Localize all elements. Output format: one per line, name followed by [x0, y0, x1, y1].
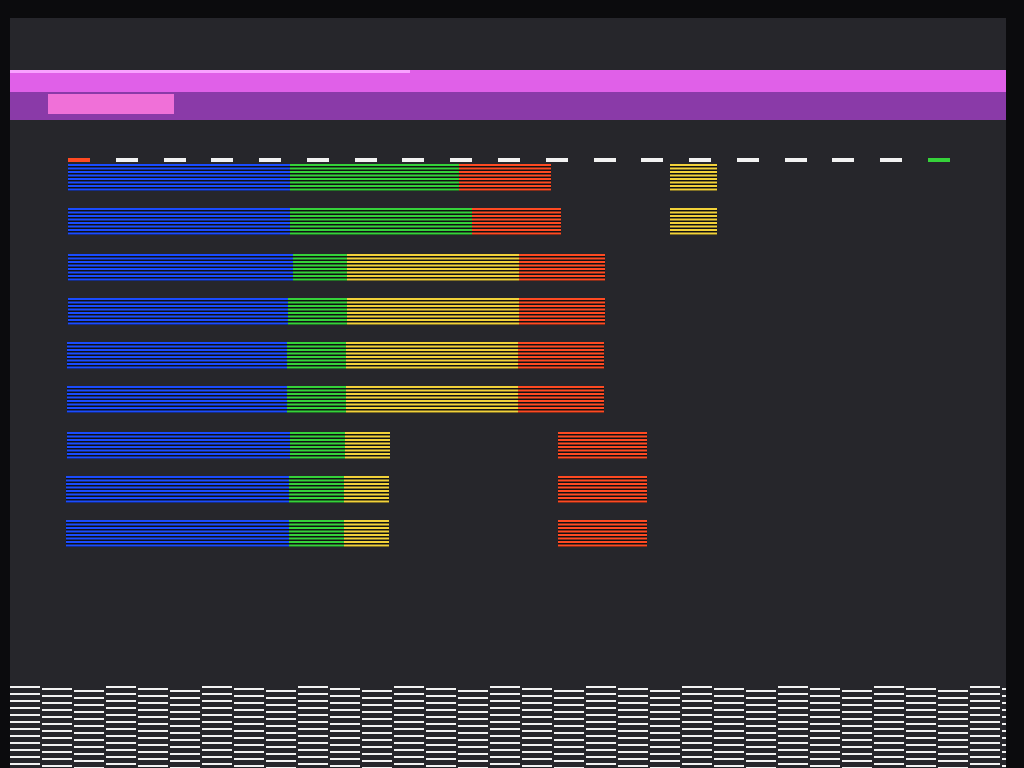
line-pattern-column	[362, 690, 392, 768]
bar-segment-green	[290, 164, 459, 191]
bar-segment-green	[293, 254, 347, 281]
line-pattern-column	[554, 690, 584, 768]
bar-segment-blue	[68, 298, 288, 325]
bar-segment-yellow	[344, 476, 389, 503]
line-pattern-column	[138, 688, 168, 768]
line-pattern-column	[426, 688, 456, 768]
line-pattern-column	[170, 690, 200, 768]
line-pattern-column	[586, 686, 616, 768]
dash-mark	[498, 158, 520, 162]
line-pattern-column	[490, 686, 520, 768]
bar-segment-green	[287, 342, 346, 369]
line-pattern-column	[970, 686, 1000, 768]
dash-mark	[115, 158, 138, 162]
magenta-band-top	[10, 70, 1006, 92]
line-pattern-column	[330, 688, 360, 768]
bar-segment-blue	[67, 386, 287, 413]
bar-segment-red	[518, 386, 604, 413]
bar-segment-yellow	[346, 342, 518, 369]
bar-segment-green	[289, 520, 344, 547]
dash-mark	[306, 158, 329, 162]
line-pattern-column	[714, 688, 744, 768]
line-pattern-column	[394, 686, 424, 768]
line-pattern-column	[42, 688, 72, 768]
bar-segment-blue	[68, 208, 290, 235]
dash-mark	[354, 158, 377, 162]
line-pattern-column	[202, 686, 232, 768]
bar-segment-detached-red	[558, 476, 647, 503]
bar-segment-green	[287, 386, 346, 413]
line-pattern-column	[810, 688, 840, 768]
bar-segment-blue	[68, 164, 290, 191]
bar-segment-blue	[67, 432, 290, 459]
bar-segment-green	[290, 432, 345, 459]
magenta-glitch-band	[10, 70, 1006, 120]
line-pattern-column	[842, 690, 872, 768]
bar-segment-blue	[66, 520, 289, 547]
line-pattern-column	[234, 688, 264, 768]
dash-mark	[402, 158, 425, 162]
line-pattern-column	[10, 686, 40, 768]
line-pattern-column	[938, 690, 968, 768]
bar-segment-detached-red	[558, 520, 647, 547]
bar-segment-green	[289, 476, 344, 503]
bar-segment-red	[519, 254, 605, 281]
line-pattern-column	[1002, 688, 1006, 768]
dash-mark	[784, 158, 807, 162]
side-block-yellow	[670, 208, 717, 235]
dash-mark	[163, 158, 186, 162]
line-pattern-column	[650, 690, 680, 768]
display-screen	[10, 18, 1006, 768]
bottom-line-pattern	[10, 686, 1006, 768]
line-pattern-column	[618, 688, 648, 768]
bar-segment-red	[519, 298, 605, 325]
bar-segment-detached-red	[558, 432, 647, 459]
side-block-yellow	[670, 164, 717, 191]
line-pattern-column	[682, 686, 712, 768]
dash-mark	[259, 158, 282, 162]
dash-mark	[736, 158, 759, 162]
line-pattern-column	[298, 686, 328, 768]
dash-mark	[450, 158, 473, 162]
line-pattern-column	[458, 690, 488, 768]
bar-segment-green	[290, 208, 472, 235]
dash-mark	[593, 158, 616, 162]
bar-segment-yellow	[347, 254, 519, 281]
bar-segment-blue	[66, 476, 289, 503]
bar-segment-red	[518, 342, 604, 369]
bar-segment-blue	[68, 254, 293, 281]
dash-mark	[880, 158, 903, 162]
dash-mark	[689, 158, 712, 162]
line-pattern-column	[74, 690, 104, 768]
bar-segment-blue	[67, 342, 287, 369]
bar-segment-green	[288, 298, 347, 325]
dash-mark	[211, 158, 234, 162]
line-pattern-column	[266, 690, 296, 768]
monitor-frame	[0, 0, 1024, 768]
line-pattern-column	[746, 690, 776, 768]
dash-mark	[641, 158, 664, 162]
line-pattern-column	[874, 686, 904, 768]
bar-segment-yellow	[346, 386, 518, 413]
bar-segment-red	[459, 164, 551, 191]
line-pattern-column	[906, 688, 936, 768]
magenta-band-tick	[10, 70, 410, 73]
line-pattern-column	[522, 688, 552, 768]
dash-mark	[832, 158, 855, 162]
bar-segment-yellow	[347, 298, 519, 325]
dash-mark	[68, 158, 90, 162]
line-pattern-column	[778, 686, 808, 768]
dash-mark	[545, 158, 568, 162]
bar-segment-yellow	[345, 432, 390, 459]
magenta-band-highlight	[48, 94, 174, 114]
line-pattern-column	[106, 686, 136, 768]
bar-segment-red	[472, 208, 561, 235]
dash-mark	[928, 158, 950, 162]
bar-segment-yellow	[344, 520, 389, 547]
